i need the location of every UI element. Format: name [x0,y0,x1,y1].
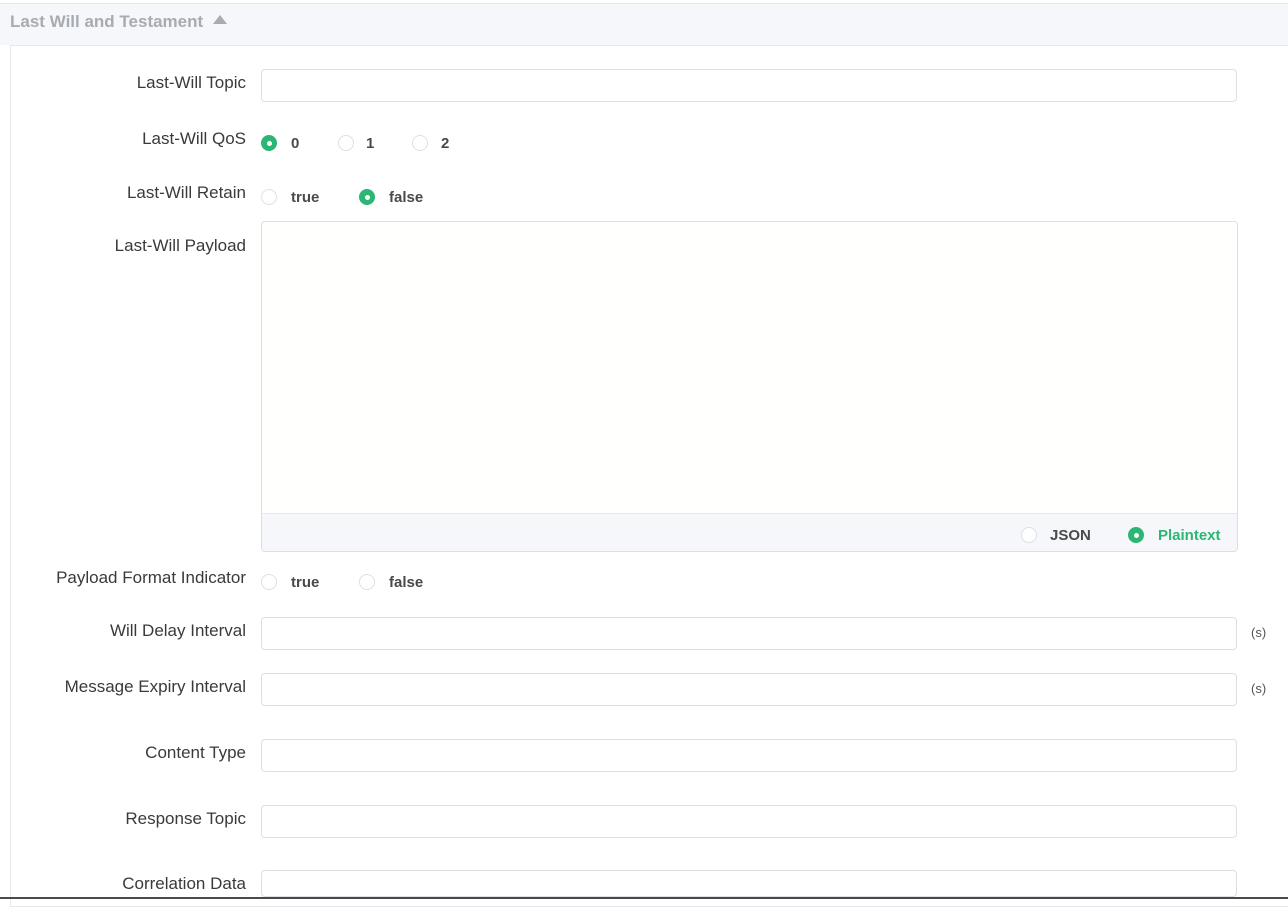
retain-true-label[interactable]: true [291,189,319,206]
payload-label: Last-Will Payload [114,236,246,255]
collapse-arrow-icon[interactable] [213,15,227,24]
qos-label: Last-Will QoS [142,129,246,148]
qos-1-radio[interactable] [338,135,354,151]
response-topic-label: Response Topic [125,809,246,828]
response-topic-input[interactable] [261,805,1237,838]
payload-format-bar: JSON Plaintext [262,513,1237,551]
pfi-false-radio[interactable] [359,574,375,590]
topic-input[interactable] [261,69,1237,102]
topic-label: Last-Will Topic [136,73,246,92]
qos-0-label[interactable]: 0 [291,135,299,152]
message-expiry-unit: (s) [1251,681,1267,696]
qos-1-label[interactable]: 1 [366,135,374,152]
will-delay-input[interactable] [261,617,1237,650]
content-type-label: Content Type [145,743,246,762]
content-type-input[interactable] [261,739,1237,772]
message-expiry-label: Message Expiry Interval [64,677,246,696]
format-plaintext-radio[interactable] [1128,527,1144,543]
payload-format-indicator-label: Payload Format Indicator [56,568,246,587]
format-json-radio[interactable] [1021,527,1037,543]
message-expiry-input[interactable] [261,673,1237,706]
pfi-true-label[interactable]: true [291,574,319,591]
section-header[interactable]: Last Will and Testament [0,4,1288,45]
retain-true-radio[interactable] [261,189,277,205]
qos-0-radio[interactable] [261,135,277,151]
qos-2-radio[interactable] [412,135,428,151]
payload-editor[interactable]: JSON Plaintext [261,221,1238,552]
format-json-label[interactable]: JSON [1050,527,1091,544]
will-delay-label: Will Delay Interval [109,621,246,640]
correlation-data-label: Correlation Data [122,874,246,893]
retain-false-radio[interactable] [359,189,375,205]
pfi-true-radio[interactable] [261,574,277,590]
section-title[interactable]: Last Will and Testament [10,12,203,32]
qos-2-label[interactable]: 2 [441,135,449,152]
correlation-data-input[interactable] [261,870,1237,897]
will-delay-unit: (s) [1251,625,1267,640]
format-plaintext-label[interactable]: Plaintext [1158,527,1221,544]
retain-label: Last-Will Retain [126,183,246,202]
pfi-false-label[interactable]: false [389,574,423,591]
retain-false-label[interactable]: false [389,189,423,206]
